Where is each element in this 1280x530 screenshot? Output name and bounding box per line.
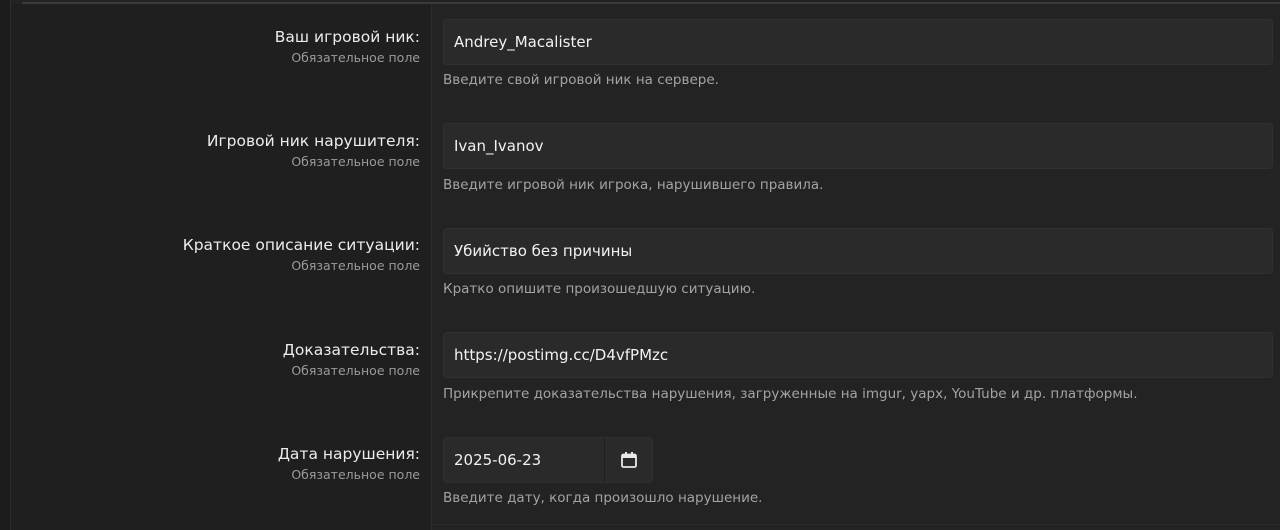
calendar-icon: [620, 452, 637, 468]
field-label: Дата нарушения:: [277, 445, 420, 463]
field-hint: Введите игровой ник игрока, нарушившего …: [443, 177, 824, 193]
field-label: Игровой ник нарушителя:: [206, 132, 420, 150]
required-note: Обязательное поле: [291, 467, 420, 482]
description-input[interactable]: Убийство без причины: [443, 228, 1273, 274]
evidence-input[interactable]: https://postimg.cc/D4vfPMzc: [443, 332, 1273, 378]
panel-bottom-border: [431, 524, 1280, 525]
field-hint: Прикрепите доказательства нарушения, заг…: [443, 386, 1138, 402]
date-picker-button[interactable]: [604, 438, 652, 482]
required-note: Обязательное поле: [291, 154, 420, 169]
required-note: Обязательное поле: [291, 363, 420, 378]
column-divider: [431, 4, 432, 530]
player-nick-input[interactable]: Andrey_Macalister: [443, 19, 1273, 65]
violator-nick-input[interactable]: Ivan_Ivanov: [443, 123, 1273, 169]
field-hint: Введите свой игровой ник на сервере.: [443, 72, 719, 88]
field-hint: Введите дату, когда произошло нарушение.: [443, 490, 763, 506]
required-note: Обязательное поле: [291, 50, 420, 65]
field-label: Краткое описание ситуации:: [182, 236, 420, 254]
field-label: Доказательства:: [282, 341, 420, 359]
field-hint: Кратко опишите произошедшую ситуацию.: [443, 281, 756, 297]
violation-date-input[interactable]: 2025-06-23: [443, 437, 653, 483]
date-value: 2025-06-23: [454, 451, 542, 469]
required-note: Обязательное поле: [291, 258, 420, 273]
field-label: Ваш игровой ник:: [274, 28, 420, 46]
